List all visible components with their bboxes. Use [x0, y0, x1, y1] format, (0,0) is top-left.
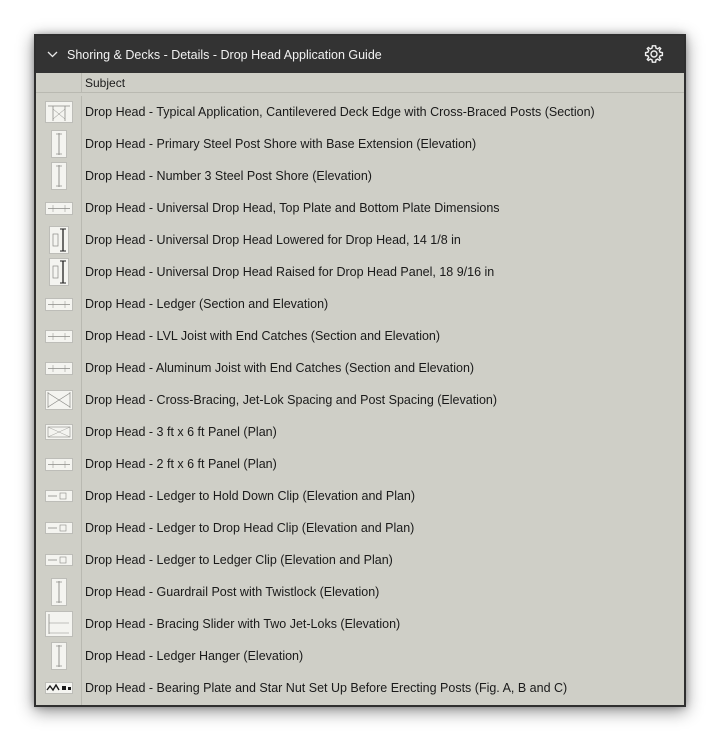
list-item[interactable]: Drop Head - Ledger to Ledger Clip (Eleva… [36, 544, 684, 576]
chevron-down-icon[interactable] [46, 49, 58, 61]
detail-subject: Drop Head - Primary Steel Post Shore wit… [85, 137, 477, 151]
list-item[interactable]: Drop Head - Number 3 Steel Post Shore (E… [36, 160, 684, 192]
detail-subject: Drop Head - 3 ft x 6 ft Panel (Plan) [85, 425, 277, 439]
detail-thumbnail [36, 128, 82, 160]
detail-subject: Drop Head - LVL Joist with End Catches (… [85, 329, 441, 343]
detail-thumbnail [36, 608, 82, 640]
detail-subject: Drop Head - Typical Application, Cantile… [85, 105, 595, 119]
detail-thumbnail [36, 672, 82, 704]
detail-subject: Drop Head - 2 ft x 6 ft Panel (Plan) [85, 457, 277, 471]
list-item[interactable]: Drop Head - Universal Drop Head Lowered … [36, 224, 684, 256]
list-item[interactable]: Drop Head - 3 ft x 6 ft Panel (Plan) [36, 416, 684, 448]
detail-subject: Drop Head - Bearing Plate and Star Nut S… [85, 681, 568, 695]
drop-head-guide-panel: Shoring & Decks - Details - Drop Head Ap… [34, 34, 686, 707]
list-item[interactable]: Drop Head - 2 ft x 6 ft Panel (Plan) [36, 448, 684, 480]
list-item[interactable]: Drop Head - Universal Drop Head Raised f… [36, 256, 684, 288]
detail-thumbnail [36, 192, 82, 224]
list-item[interactable]: Drop Head - Ledger Hanger (Elevation) [36, 640, 684, 672]
detail-subject: Drop Head - Number 3 Steel Post Shore (E… [85, 169, 372, 183]
detail-thumbnail [36, 352, 82, 384]
list-item[interactable]: Drop Head - Cross-Bracing, Jet-Lok Spaci… [36, 384, 684, 416]
detail-subject: Drop Head - Universal Drop Head, Top Pla… [85, 201, 500, 215]
detail-thumbnail [36, 256, 82, 288]
detail-subject: Drop Head - Aluminum Joist with End Catc… [85, 361, 475, 375]
detail-thumbnail [36, 640, 82, 672]
detail-subject: Drop Head - Ledger Hanger (Elevation) [85, 649, 304, 663]
panel-title: Shoring & Decks - Details - Drop Head Ap… [67, 47, 382, 62]
list-item[interactable]: Drop Head - Ledger to Drop Head Clip (El… [36, 512, 684, 544]
detail-subject: Drop Head - Universal Drop Head Raised f… [85, 265, 495, 279]
detail-thumbnail [36, 96, 82, 128]
detail-thumbnail [36, 416, 82, 448]
list-item[interactable]: Drop Head - Bracing Slider with Two Jet-… [36, 608, 684, 640]
detail-subject: Drop Head - Ledger to Ledger Clip (Eleva… [85, 553, 393, 567]
list-item[interactable]: Drop Head - Typical Application, Cantile… [36, 96, 684, 128]
detail-thumbnail [36, 544, 82, 576]
thumbnail-column-header [36, 73, 82, 92]
detail-thumbnail [36, 224, 82, 256]
detail-thumbnail [36, 384, 82, 416]
gear-icon[interactable] [644, 44, 664, 64]
list-item[interactable]: Drop Head - Universal Drop Head, Top Pla… [36, 192, 684, 224]
detail-thumbnail [36, 320, 82, 352]
detail-thumbnail [36, 512, 82, 544]
list-item[interactable]: Drop Head - Primary Steel Post Shore wit… [36, 128, 684, 160]
list-item[interactable]: Drop Head - Guardrail Post with Twistloc… [36, 576, 684, 608]
detail-subject: Drop Head - Ledger to Drop Head Clip (El… [85, 521, 415, 535]
subject-column-header[interactable]: Subject [82, 76, 125, 90]
detail-thumbnail [36, 160, 82, 192]
table-header: Subject [36, 73, 684, 93]
detail-subject: Drop Head - Ledger (Section and Elevatio… [85, 297, 329, 311]
detail-subject: Drop Head - Bracing Slider with Two Jet-… [85, 617, 401, 631]
list-item[interactable]: Drop Head - Ledger (Section and Elevatio… [36, 288, 684, 320]
list-item[interactable]: Drop Head - LVL Joist with End Catches (… [36, 320, 684, 352]
detail-subject: Drop Head - Cross-Bracing, Jet-Lok Spaci… [85, 393, 498, 407]
thumbnail-column-filler [36, 704, 82, 705]
detail-subject: Drop Head - Guardrail Post with Twistloc… [85, 585, 380, 599]
detail-thumbnail [36, 448, 82, 480]
list-item[interactable]: Drop Head - Ledger to Hold Down Clip (El… [36, 480, 684, 512]
list-item[interactable]: Drop Head - Aluminum Joist with End Catc… [36, 352, 684, 384]
detail-thumbnail [36, 576, 82, 608]
panel-titlebar: Shoring & Decks - Details - Drop Head Ap… [36, 36, 684, 73]
detail-thumbnail [36, 288, 82, 320]
detail-thumbnail [36, 480, 82, 512]
detail-list: Drop Head - Typical Application, Cantile… [36, 96, 684, 704]
detail-subject: Drop Head - Ledger to Hold Down Clip (El… [85, 489, 416, 503]
list-item[interactable]: Drop Head - Bearing Plate and Star Nut S… [36, 672, 684, 704]
detail-subject: Drop Head - Universal Drop Head Lowered … [85, 233, 461, 247]
